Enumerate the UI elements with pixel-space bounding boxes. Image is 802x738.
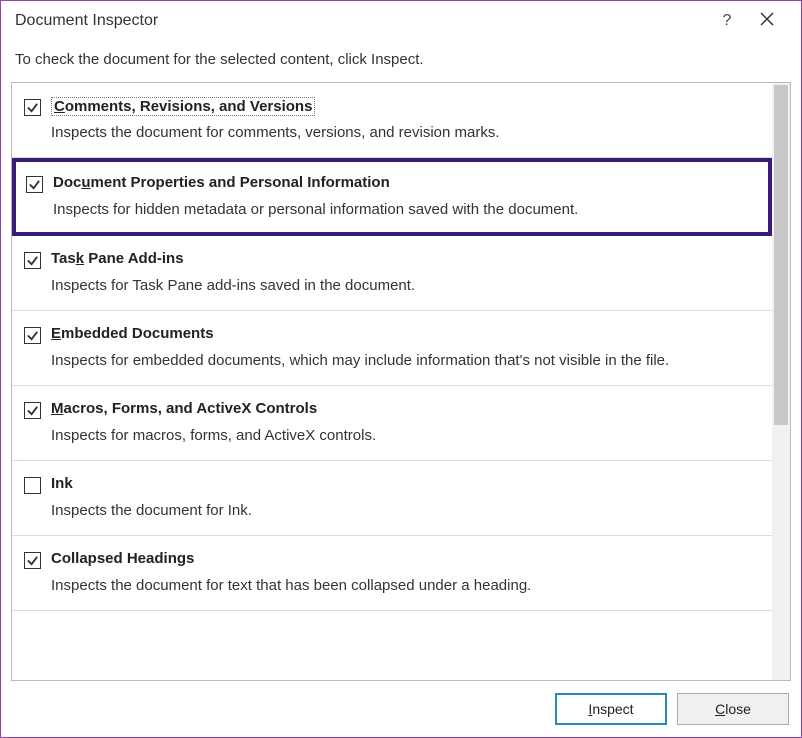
inspector-item-checkbox[interactable] [24,477,41,494]
inspector-item-title: Embedded Documents [51,325,214,342]
inspector-item: Comments, Revisions, and Versions Inspect… [12,83,772,158]
inspector-item-checkbox[interactable] [24,327,41,344]
inspector-item-title: Task Pane Add-ins [51,250,184,267]
inspector-item: Embedded Documents Inspects for embedded … [12,311,772,386]
scrollbar-thumb[interactable] [774,85,788,425]
close-icon [760,12,774,26]
scrollbar[interactable] [772,83,790,680]
check-icon [28,178,41,191]
inspect-button[interactable]: Inspect [555,693,667,725]
inspector-item-checkbox[interactable] [24,99,41,116]
inspector-item: Collapsed Headings Inspects the document … [12,536,772,611]
inspector-item: Ink Inspects the document for Ink. [12,461,772,536]
inspector-item: Document Properties and Personal Informa… [12,158,772,236]
inspector-item-checkbox[interactable] [26,176,43,193]
inspector-item-checkbox[interactable] [24,252,41,269]
titlebar: Document Inspector ? [1,1,801,41]
check-icon [26,404,39,417]
check-icon [26,101,39,114]
inspector-item: Macros, Forms, and ActiveX Controls Inspe… [12,386,772,461]
inspector-item-description: Inspects for macros, forms, and ActiveX … [51,427,758,444]
inspector-item-description: Inspects the document for text that has … [51,577,758,594]
inspector-item-checkbox[interactable] [24,552,41,569]
check-icon [26,254,39,267]
check-icon [26,554,39,567]
inspector-item-description: Inspects the document for comments, vers… [51,124,758,141]
inspector-item-description: Inspects the document for Ink. [51,502,758,519]
inspector-item: Task Pane Add-ins Inspects for Task Pane … [12,236,772,311]
inspector-item-description: Inspects for hidden metadata or personal… [53,201,756,218]
inspector-item-title: Comments, Revisions, and Versions [51,97,315,116]
inspector-list-container: Comments, Revisions, and Versions Inspect… [11,82,791,681]
close-button[interactable]: Close [677,693,789,725]
inspector-item-description: Inspects for embedded documents, which m… [51,352,758,369]
inspector-list: Comments, Revisions, and Versions Inspect… [12,83,772,680]
inspector-item-checkbox[interactable] [24,402,41,419]
close-window-button[interactable] [747,12,787,31]
instruction-text: To check the document for the selected c… [1,41,801,82]
inspector-item-description: Inspects for Task Pane add-ins saved in … [51,277,758,294]
check-icon [26,329,39,342]
help-button[interactable]: ? [707,12,747,30]
inspector-item-title: Ink [51,475,73,492]
dialog-footer: Inspect Close [1,681,801,737]
inspector-item-title: Collapsed Headings [51,550,194,567]
inspector-item-title: Document Properties and Personal Informa… [53,174,390,191]
inspector-item-title: Macros, Forms, and ActiveX Controls [51,400,317,417]
window-title: Document Inspector [15,12,707,30]
